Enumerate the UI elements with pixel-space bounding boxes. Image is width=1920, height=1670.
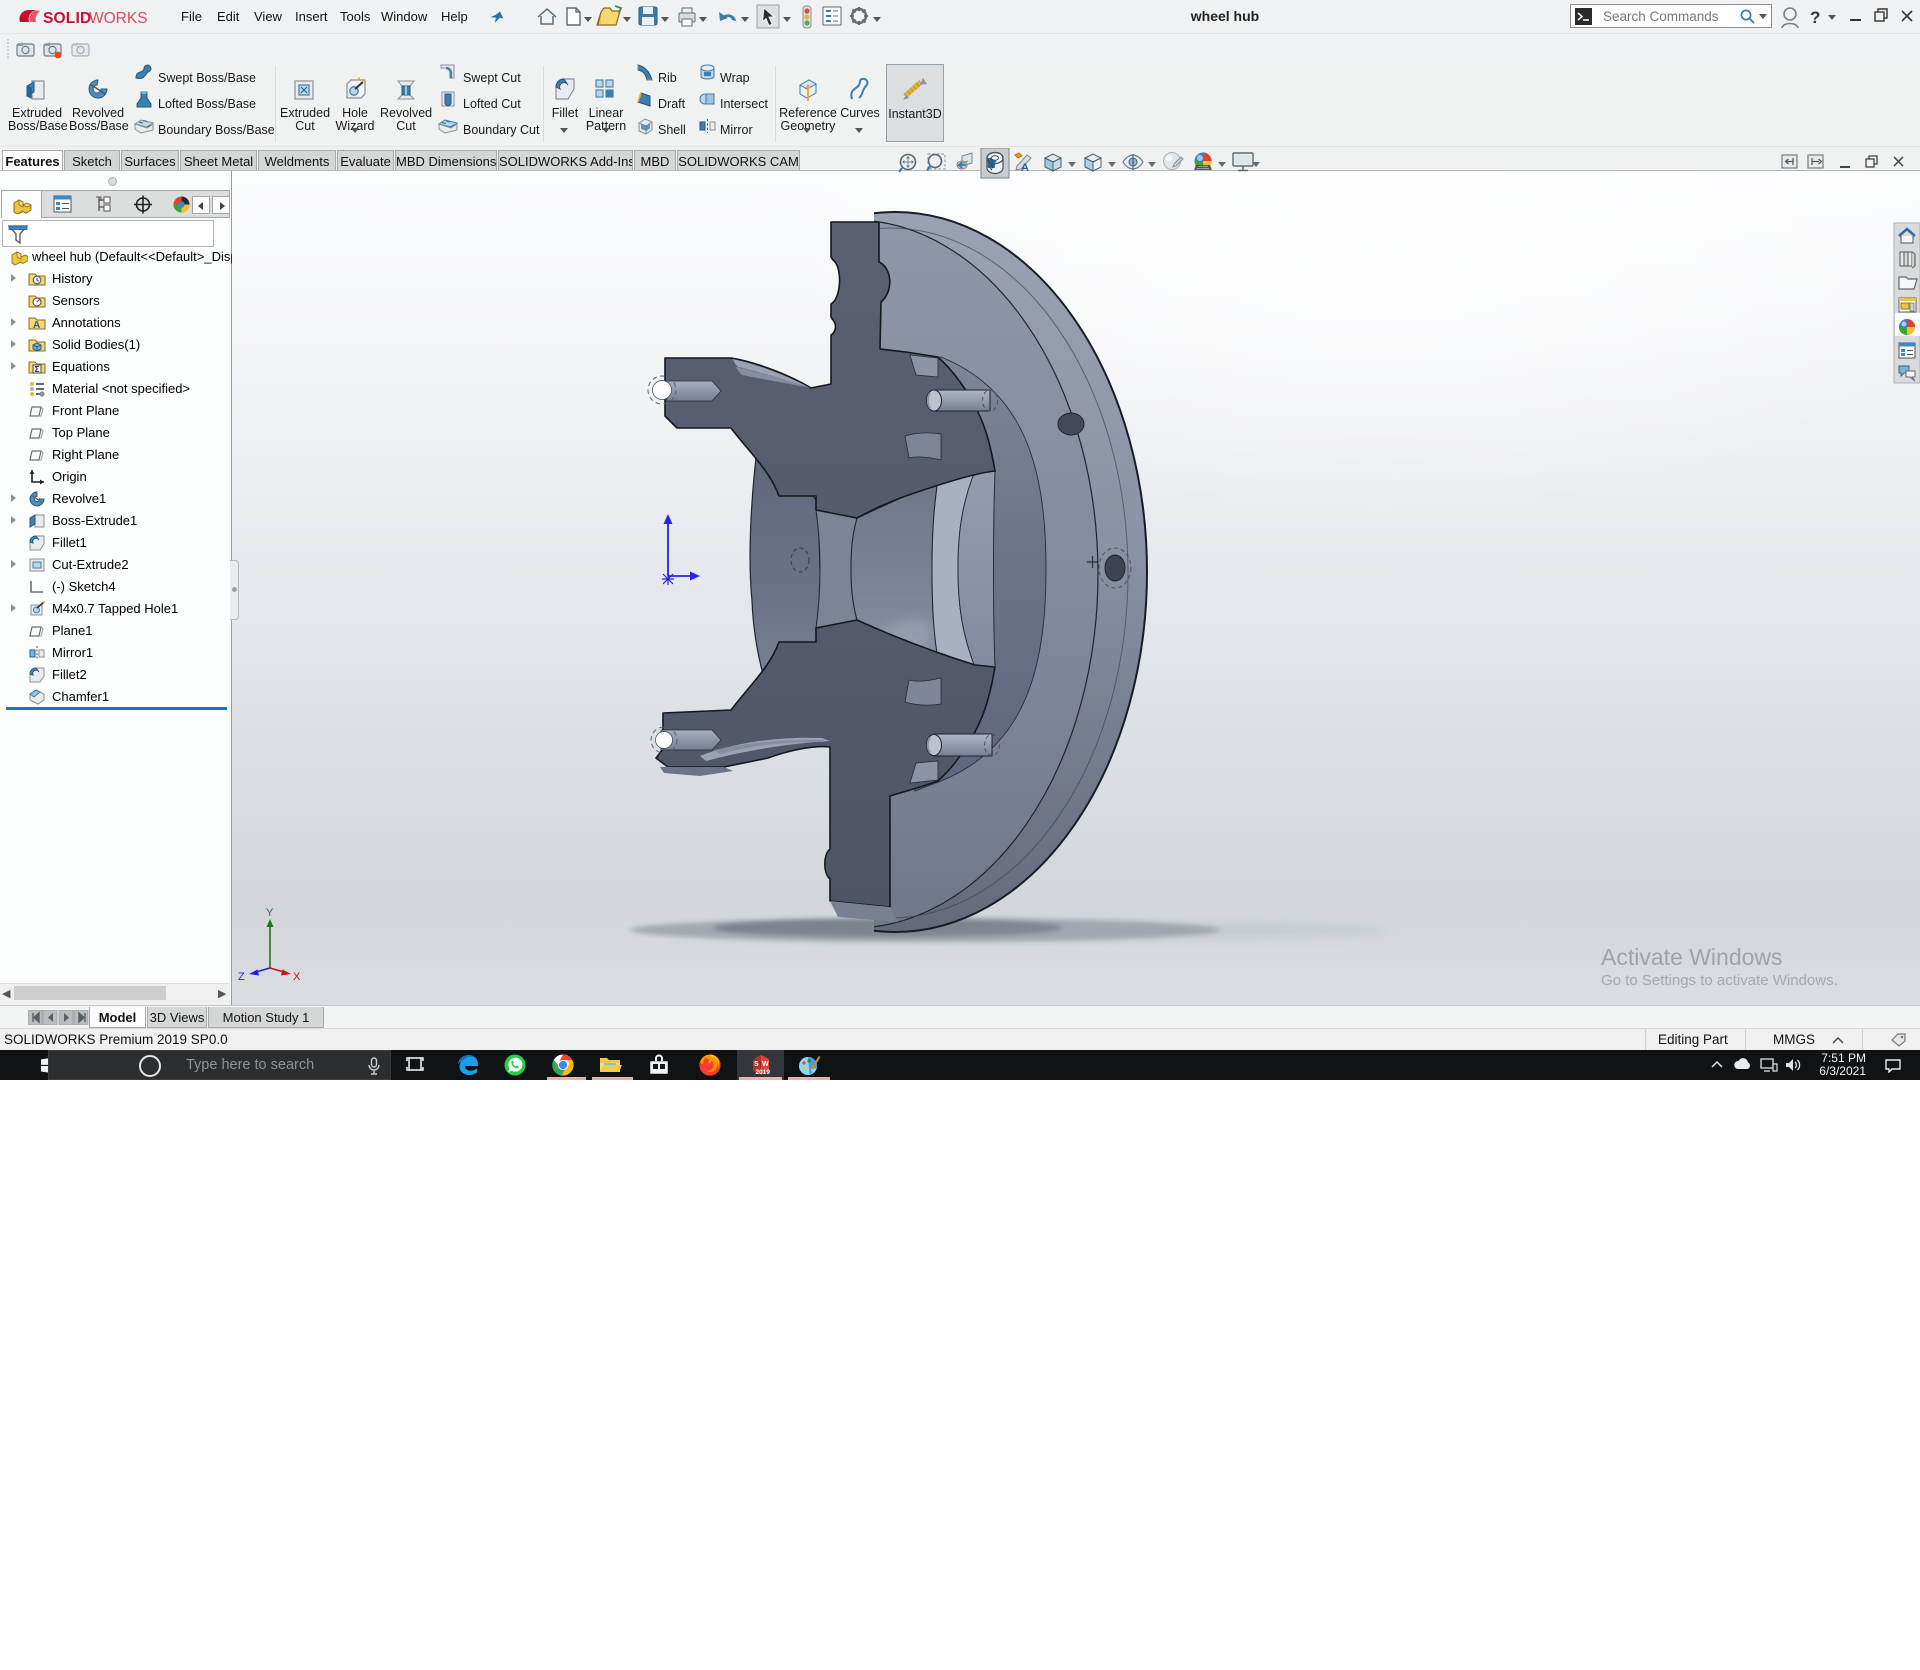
svg-text:2019: 2019 [756,1069,771,1076]
svg-text:?: ? [1810,8,1820,27]
svg-text:Z: Z [238,971,245,983]
svg-text:Σ: Σ [35,364,40,374]
svg-text:A: A [33,320,40,331]
svg-text:A: A [1021,162,1029,174]
svg-text:W: W [762,1061,769,1068]
svg-text:X: X [293,971,301,983]
svg-text:Y: Y [266,907,274,919]
svg-text:S: S [754,1061,759,1068]
